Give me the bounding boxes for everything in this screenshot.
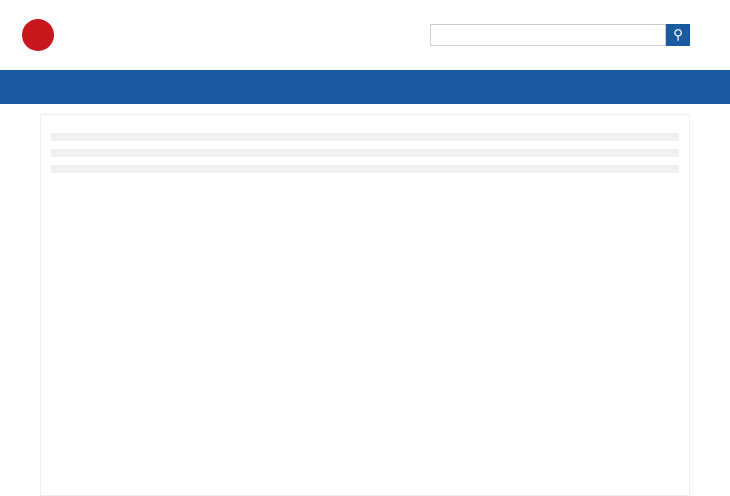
search-input[interactable] xyxy=(430,24,666,46)
header: ⚲ xyxy=(0,0,730,70)
article xyxy=(40,114,690,496)
search-box: ⚲ xyxy=(430,24,690,46)
search-button[interactable]: ⚲ xyxy=(666,24,690,46)
main-nav xyxy=(0,70,730,104)
site-logo[interactable] xyxy=(22,19,62,51)
emblem-icon xyxy=(22,19,54,51)
